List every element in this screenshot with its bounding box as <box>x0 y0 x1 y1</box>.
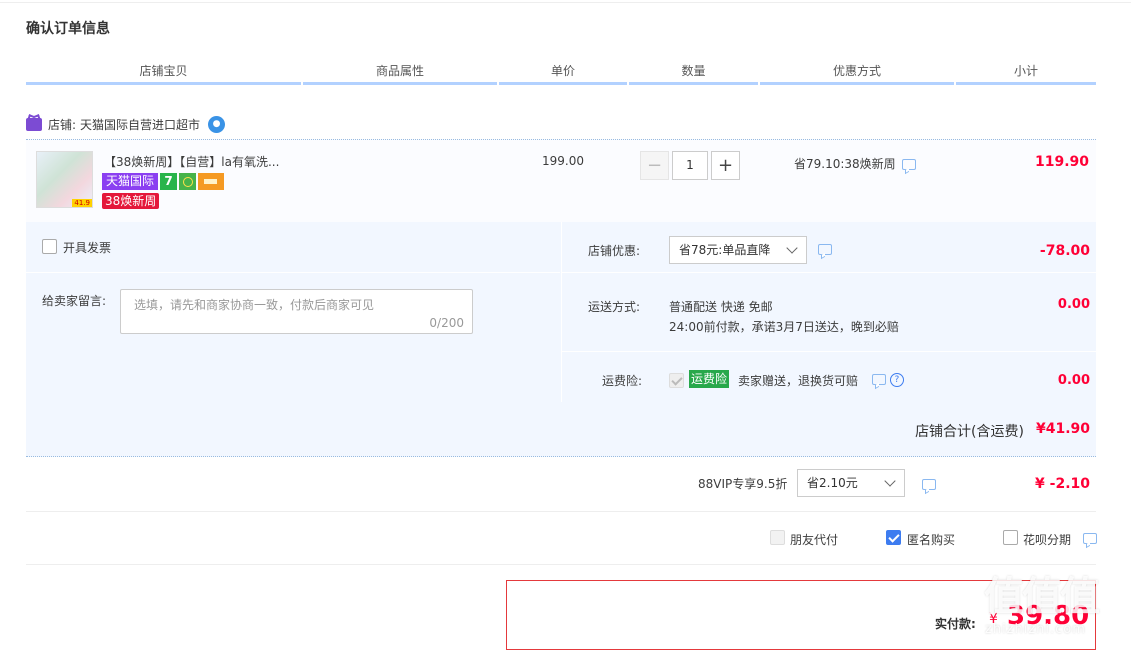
anonymous-checkbox[interactable] <box>886 530 901 545</box>
shipping-row: 运送方式: 普通配送 快递 免邮 24:00前付款，承诺3月7日送达，晚到必赔 … <box>562 273 1096 352</box>
chevron-down-icon <box>884 475 896 487</box>
seven-day-return-icon: 7 <box>160 173 178 190</box>
service-badge-icon <box>179 173 197 190</box>
unit-price: 199.00 <box>542 154 584 168</box>
item-discount: 省79.10:38焕新周 <box>794 155 916 172</box>
shop-discount-value: -78.00 <box>1039 243 1090 259</box>
shop-discount-selected: 省78元:单品直降 <box>679 243 771 257</box>
card-payment-icon <box>198 173 225 190</box>
shop-total-label: 店铺合计(含运费) <box>915 424 1024 440</box>
question-icon[interactable]: ? <box>889 372 904 387</box>
quantity-plus-button[interactable]: + <box>711 151 740 180</box>
insurance-badge: 运费险 <box>689 370 730 388</box>
col-header-qty: 数量 <box>629 62 758 85</box>
invoice-label: 开具发票 <box>63 241 112 255</box>
insurance-help: ? <box>872 372 904 387</box>
huabei-checkbox[interactable] <box>1003 530 1018 545</box>
product-thumbnail[interactable]: 41.9 <box>36 151 93 208</box>
shipping-value: 0.00 <box>1057 297 1090 312</box>
site-watermark-url: zhizhizhi.com <box>985 622 1086 637</box>
wangwang-icon[interactable]: ● <box>208 115 226 133</box>
top-divider <box>0 2 1131 3</box>
col-header-price: 单价 <box>499 62 627 85</box>
quantity-input[interactable]: 1 <box>672 151 708 180</box>
tmall-intl-tag: 天猫国际 <box>102 173 159 190</box>
quantity-stepper: − 1 + <box>640 151 740 180</box>
col-header-attr: 商品属性 <box>303 62 497 85</box>
shop-total-value: ¥41.90 <box>1035 421 1090 437</box>
message-label: 给卖家留言: <box>42 294 107 308</box>
promo-38-tag: 38焕新周 <box>102 193 160 209</box>
shop-discount-select[interactable]: 省78元:单品直降 <box>669 236 807 264</box>
anonymous-label: 匿名购买 <box>907 533 956 547</box>
friend-pay-label: 朋友代付 <box>790 533 839 547</box>
insurance-value: 0.00 <box>1057 373 1090 388</box>
message-counter: 0/200 <box>429 316 464 330</box>
product-title[interactable]: 【38焕新周】【自营】la有氧洗... <box>104 153 279 170</box>
shop-label: 店铺: <box>48 117 77 132</box>
vip-discount-row: 88VIP专享9.5折 省2.10元 ¥ -2.10 <box>26 457 1096 512</box>
shipping-method: 普通配送 快递 免邮 <box>669 300 773 314</box>
shop-cat-icon <box>26 117 42 131</box>
insurance-text: 卖家赠送，退换货可赔 <box>738 374 859 388</box>
payment-label: 实付款: <box>935 617 976 631</box>
product-tags: 天猫国际 7 <box>102 173 225 190</box>
payment-options-row: 朋友代付 匿名购买 花呗分期 <box>26 512 1097 565</box>
insurance-checkbox[interactable] <box>669 373 684 388</box>
shipping-label: 运送方式: <box>588 300 641 314</box>
shop-name[interactable]: 天猫国际自营进口超市 <box>80 116 200 133</box>
message-row: 给卖家留言: 选填，请先和商家协商一致，付款后商家可见 0/200 <box>26 273 560 403</box>
quantity-minus-button[interactable]: − <box>640 151 669 180</box>
invoice-checkbox[interactable] <box>42 239 57 254</box>
vip-selected: 省2.10元 <box>807 476 858 490</box>
order-item: 41.9 【38焕新周】【自营】la有氧洗... 天猫国际 7 38焕新周 19… <box>26 139 1096 222</box>
shipping-promise: 24:00前付款，承诺3月7日送达，晚到必赔 <box>669 320 899 334</box>
vip-value: ¥ -2.10 <box>1035 476 1090 492</box>
shop-discount-row: 店铺优惠: 省78元:单品直降 -78.00 <box>562 222 1096 273</box>
col-header-subtotal: 小计 <box>956 62 1096 85</box>
shop-discount-chat-icon[interactable] <box>818 244 832 255</box>
page-title: 确认订单信息 <box>26 21 110 37</box>
message-placeholder: 选填，请先和商家协商一致，付款后商家可见 <box>134 298 375 312</box>
shop-discount-label: 店铺优惠: <box>588 244 641 258</box>
message-textarea[interactable]: 选填，请先和商家协商一致，付款后商家可见 0/200 <box>120 289 473 334</box>
insurance-label: 运费险: <box>602 374 643 388</box>
col-header-item: 店铺宝贝 <box>26 62 301 85</box>
thumbnail-price: 41.9 <box>72 199 92 207</box>
order-options-section: 开具发票 给卖家留言: 选填，请先和商家协商一致，付款后商家可见 0/200 店… <box>26 222 1096 457</box>
col-header-discount: 优惠方式 <box>760 62 954 85</box>
vip-discount-select[interactable]: 省2.10元 <box>797 469 905 497</box>
insurance-chat-icon[interactable] <box>872 374 886 385</box>
huabei-label: 花呗分期 <box>1023 533 1072 547</box>
huabei-chat-icon[interactable] <box>1083 533 1097 544</box>
item-subtotal: 119.90 <box>1034 154 1089 170</box>
item-discount-text: 省79.10:38焕新周 <box>794 157 896 171</box>
site-watermark: 值值值 <box>984 574 1100 620</box>
friend-pay-checkbox[interactable] <box>770 530 785 545</box>
shop-total-row: 店铺合计(含运费) ¥41.90 <box>26 404 1096 456</box>
shop-row: 店铺: 天猫国际自营进口超市 ● <box>26 114 226 134</box>
vip-label: 88VIP专享9.5折 <box>698 477 788 491</box>
vip-chat-icon[interactable] <box>922 479 936 490</box>
insurance-row: 运费险: 运费险 卖家赠送，退换货可赔 ? 0.00 <box>562 352 1096 402</box>
discount-info-icon[interactable] <box>901 159 916 170</box>
invoice-row: 开具发票 <box>26 222 560 273</box>
chevron-down-icon <box>786 242 798 254</box>
